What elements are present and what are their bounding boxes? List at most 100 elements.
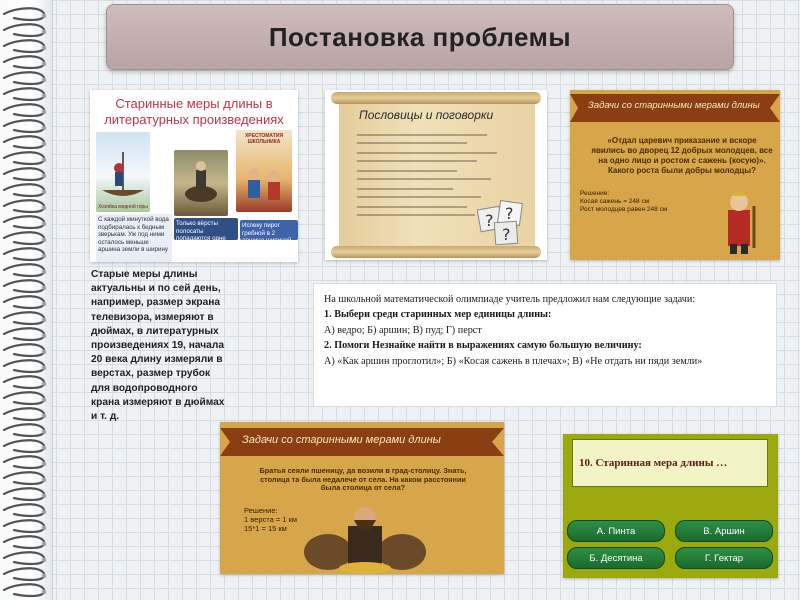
- proverb-line: [357, 170, 457, 172]
- spiral-ring: [2, 87, 46, 102]
- svg-text:?: ?: [502, 225, 511, 244]
- binding-hole: [41, 477, 47, 483]
- spiral-ring: [2, 231, 46, 246]
- spiral-ring: [2, 263, 46, 278]
- quiz-option-arshin-button[interactable]: В. Аршин: [675, 520, 773, 542]
- quiz-option-desyatina-button[interactable]: Б. Десятина: [567, 547, 665, 569]
- ribbon-title: Задачи со старинными мерами длины: [242, 434, 441, 446]
- spiral-ring: [2, 343, 46, 358]
- bogatyr-illustration: [728, 191, 756, 254]
- spiral-ring: [2, 535, 46, 550]
- literature-caption-1: С каждой минуткой вода подбиралась к бед…: [96, 214, 172, 262]
- sazhen-answer: Решение: Косая сажень = 248 см Рост моло…: [580, 190, 667, 214]
- binding-hole: [41, 509, 47, 515]
- body-text: Старые меры длины актуальны и по сей ден…: [91, 269, 225, 423]
- spiral-ring: [2, 471, 46, 486]
- spiral-ring: [2, 199, 46, 214]
- spiral-ring: [2, 55, 46, 70]
- proverb-line: [357, 178, 491, 180]
- book-cover-painting: [174, 150, 228, 216]
- slide-proverbs-thumbnail[interactable]: Пословицы и поговорки ? ? ?: [325, 90, 547, 260]
- binding-hole: [41, 413, 47, 419]
- spiral-ring: [2, 151, 46, 166]
- proverb-line: [357, 142, 467, 144]
- scroll-roll-bottom: [331, 246, 541, 258]
- literature-caption-3: Испеку пирог гребной в 2 аршина шириной: [240, 220, 298, 244]
- spiral-ring: [2, 103, 46, 118]
- spiral-ring: [2, 455, 46, 470]
- scroll-roll-top: [331, 92, 541, 104]
- binding-hole: [41, 589, 47, 595]
- proverb-line: [357, 214, 475, 216]
- spiral-ring: [2, 519, 46, 534]
- binding-hole: [41, 13, 47, 19]
- page-title: Постановка проблемы: [268, 21, 572, 52]
- literature-slide-title: Старинные меры длины в литературных прои…: [90, 96, 298, 128]
- literature-caption-2: Только вёрсты полосаты попадаются одне: [174, 218, 238, 242]
- binding-hole: [41, 333, 47, 339]
- binding-hole: [41, 397, 47, 403]
- spiral-ring: [2, 183, 46, 198]
- binding-hole: [41, 493, 47, 499]
- proverb-line: [357, 206, 467, 208]
- book1-caption: Хозяйка медной горы: [98, 204, 148, 210]
- proverb-line: [357, 160, 477, 162]
- ribbon-title: Задачи со старинными мерами длины: [588, 100, 760, 111]
- spiral-ring: [2, 23, 46, 38]
- olympiad-q1-options: А) ведро; Б) аршин; В) пуд; Г) перст: [324, 324, 482, 336]
- binding-hole: [41, 541, 47, 547]
- binding-hole: [41, 205, 47, 211]
- slide-task-versta-thumbnail[interactable]: Задачи со старинными мерами длины Братья…: [220, 422, 504, 574]
- spiral-ring: [2, 583, 46, 598]
- answer-line-1: 1 верста = 1 км: [244, 515, 298, 524]
- binding-hole: [41, 381, 47, 387]
- horse-rider-illustration: [185, 161, 217, 202]
- book-cover-mednaya-gora: Хозяйка медной горы: [96, 132, 150, 212]
- slide-task-sazhen-thumbnail[interactable]: Задачи со старинными мерами длины «Отдал…: [570, 90, 780, 260]
- binding-hole: [41, 77, 47, 83]
- spiral-ring: [2, 439, 46, 454]
- spiral-ring: [2, 311, 46, 326]
- binding-hole: [41, 365, 47, 371]
- olympiad-intro: На школьной математической олимпиаде учи…: [324, 294, 696, 305]
- spiral-ring: [2, 503, 46, 518]
- spiral-ring: [2, 295, 46, 310]
- spiral-ring: [2, 423, 46, 438]
- sazhen-question: «Отдал царевич приказание и вскоре явили…: [591, 136, 773, 175]
- binding-hole: [41, 349, 47, 355]
- binding-hole: [41, 461, 47, 467]
- binding-hole: [41, 93, 47, 99]
- spiral-ring: [2, 71, 46, 86]
- book-cover-khrestomatiya: ХРЕСТОМАТИЯ ШКОЛЬНИКА: [236, 130, 292, 212]
- binding-hole: [41, 237, 47, 243]
- spiral-ring: [2, 247, 46, 262]
- binding-hole: [41, 285, 47, 291]
- spiral-ring: [2, 567, 46, 582]
- title-banner: Постановка проблемы: [106, 4, 734, 70]
- quiz-option-hectare-button[interactable]: Г. Гектар: [675, 547, 773, 569]
- boat-illustration: [102, 152, 144, 196]
- spiral-ring: [2, 135, 46, 150]
- spiral-ring: [2, 167, 46, 182]
- olympiad-q2-options: А) «Как аршин проглотил»; Б) «Косая саже…: [324, 355, 703, 367]
- answer-line-2: Рост молодцев равен 248 см: [580, 206, 668, 213]
- literature-title-line1: Старинные меры длины в: [115, 96, 273, 111]
- slide-literature-thumbnail[interactable]: Старинные меры длины в литературных прои…: [90, 90, 298, 262]
- spiral-ring: [2, 39, 46, 54]
- answer-label: Решение:: [580, 190, 610, 197]
- binding-hole: [41, 317, 47, 323]
- binding-hole: [41, 109, 47, 115]
- binding-hole: [41, 141, 47, 147]
- binding-hole: [41, 189, 47, 195]
- binding-hole: [41, 125, 47, 131]
- binding-hole: [41, 157, 47, 163]
- spiral-ring: [2, 551, 46, 566]
- quiz-question: 10. Старинная мера длины …: [572, 439, 768, 487]
- binding-hole: [41, 221, 47, 227]
- proverb-line: [357, 134, 487, 136]
- answer-line-2: 15*1 = 15 км: [244, 524, 287, 533]
- spiral-ring: [2, 391, 46, 406]
- spiral-ring: [2, 279, 46, 294]
- binding-hole: [41, 29, 47, 35]
- quiz-option-pinta-button[interactable]: А. Пинта: [567, 520, 665, 542]
